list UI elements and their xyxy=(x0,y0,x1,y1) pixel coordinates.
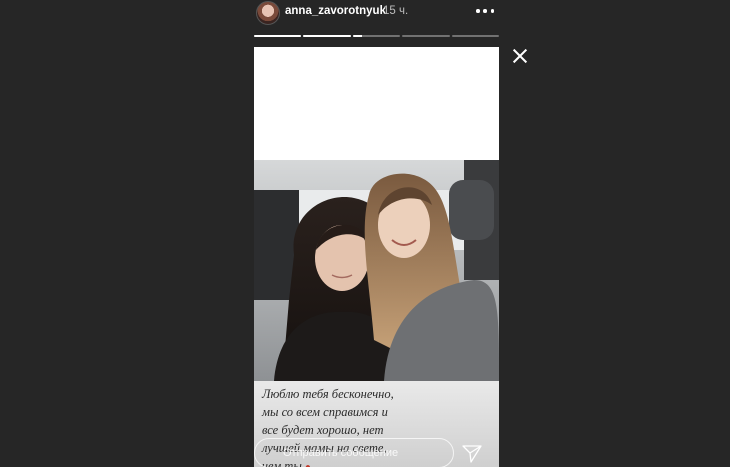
send-icon[interactable] xyxy=(462,444,482,464)
avatar[interactable] xyxy=(256,1,280,25)
caption-line: мы со всем справимся и xyxy=(262,405,388,419)
progress-segment-fill xyxy=(254,35,302,37)
reply-message-input[interactable] xyxy=(254,438,454,467)
progress-segment xyxy=(352,35,401,37)
progress-segment xyxy=(254,35,302,37)
progress-segment-fill xyxy=(352,35,363,37)
story-viewer: anna_zavorotnyuk 15 ч. Люблю тебя бескон… xyxy=(0,0,730,467)
story-progress-bar xyxy=(254,35,500,37)
story-header: anna_zavorotnyuk 15 ч. xyxy=(254,0,499,26)
username[interactable]: anna_zavorotnyuk xyxy=(285,5,386,17)
caption-line: Люблю тебя бесконечно, xyxy=(262,387,394,401)
progress-segment xyxy=(303,35,351,37)
post-time: 15 ч. xyxy=(383,5,409,17)
progress-segment-fill xyxy=(303,35,351,37)
close-icon[interactable] xyxy=(512,48,528,64)
more-dots-icon[interactable] xyxy=(476,3,494,19)
caption-line: все будет хорошо, нет xyxy=(262,423,384,437)
progress-segment xyxy=(402,35,450,37)
selfie-image xyxy=(254,160,499,381)
progress-segment xyxy=(451,35,500,37)
story-photo xyxy=(254,160,499,381)
story-frame[interactable]: Люблю тебя бесконечно, мы со всем справи… xyxy=(254,47,499,467)
